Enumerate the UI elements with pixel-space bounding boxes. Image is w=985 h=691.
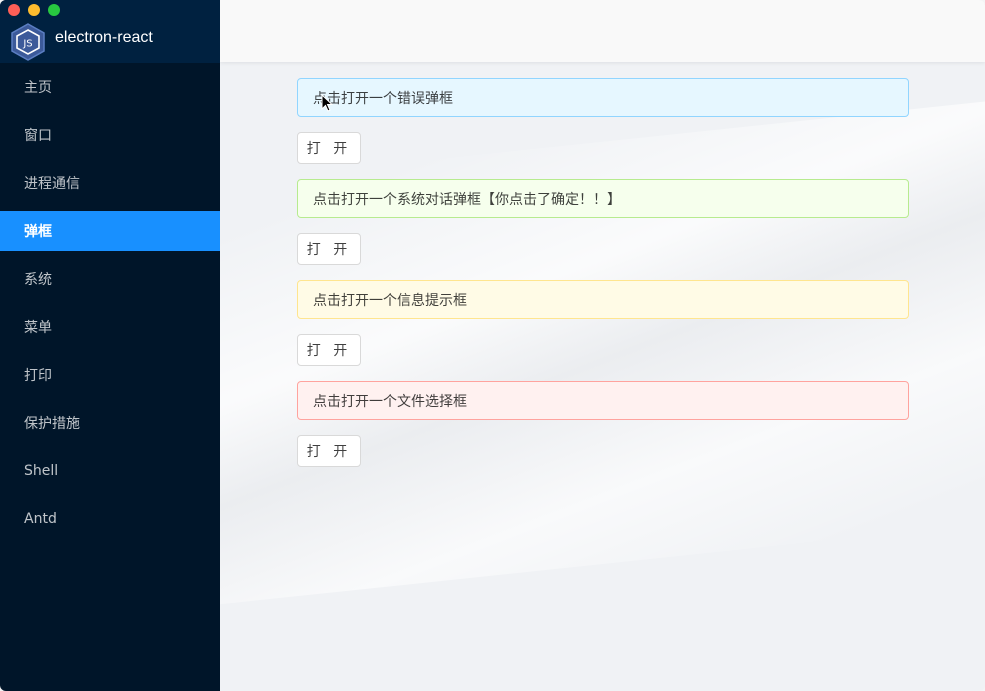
alert-text: 点击打开一个文件选择框: [313, 393, 467, 410]
sidebar-item-label: Shell: [24, 463, 59, 479]
sidebar-item-window[interactable]: 窗口: [0, 111, 220, 159]
system-dialog-alert: 点击打开一个系统对话弹框【你点击了确定！！】: [297, 179, 909, 218]
sidebar-item-label: 弹框: [24, 224, 52, 240]
close-window-button[interactable]: [8, 4, 20, 16]
info-dialog-alert: 点击打开一个信息提示框: [297, 280, 909, 319]
sidebar-item-menu[interactable]: 菜单: [0, 303, 220, 351]
alert-text: 点击打开一个信息提示框: [313, 292, 467, 309]
open-error-dialog-button[interactable]: 打 开: [297, 132, 361, 164]
sidebar-item-dialog[interactable]: 弹框: [0, 211, 220, 251]
alert-text: 点击打开一个系统对话弹框【你点击了确定！！】: [313, 191, 621, 208]
mouse-pointer-icon: [321, 94, 333, 112]
sidebar: JS electron-react 主页 窗口 进程通信 弹框 系统 菜单 打印…: [0, 0, 220, 691]
sidebar-item-system[interactable]: 系统: [0, 255, 220, 303]
sidebar-item-print[interactable]: 打印: [0, 351, 220, 399]
open-info-dialog-button[interactable]: 打 开: [297, 334, 361, 366]
sidebar-item-label: 主页: [24, 80, 52, 96]
svg-text:JS: JS: [22, 39, 32, 50]
top-header-bar: [220, 0, 985, 62]
sidebar-item-ipc[interactable]: 进程通信: [0, 159, 220, 207]
maximize-window-button[interactable]: [48, 4, 60, 16]
sidebar-item-label: 菜单: [24, 320, 52, 336]
sidebar-item-label: 窗口: [24, 128, 52, 144]
sidebar-item-label: 系统: [24, 272, 52, 288]
file-select-dialog-alert: 点击打开一个文件选择框: [297, 381, 909, 420]
open-file-select-dialog-button[interactable]: 打 开: [297, 435, 361, 467]
sidebar-item-protection[interactable]: 保护措施: [0, 399, 220, 447]
app-title: electron-react: [55, 29, 153, 46]
sidebar-menu: 主页 窗口 进程通信 弹框 系统 菜单 打印 保护措施 Shell Antd: [0, 63, 220, 543]
sidebar-item-shell[interactable]: Shell: [0, 447, 220, 495]
sidebar-header: JS electron-react: [0, 0, 220, 63]
dialog-sections: 点击打开一个错误弹框 打 开 点击打开一个系统对话弹框【你点击了确定！！】 打 …: [297, 78, 909, 482]
alert-text: 点击打开一个错误弹框: [313, 90, 453, 107]
open-system-dialog-button[interactable]: 打 开: [297, 233, 361, 265]
sidebar-item-label: 进程通信: [24, 176, 80, 192]
minimize-window-button[interactable]: [28, 4, 40, 16]
sidebar-item-label: Antd: [24, 511, 57, 527]
sidebar-item-label: 打印: [24, 368, 52, 384]
error-dialog-alert: 点击打开一个错误弹框: [297, 78, 909, 117]
sidebar-item-home[interactable]: 主页: [0, 63, 220, 111]
sidebar-item-antd[interactable]: Antd: [0, 495, 220, 543]
sidebar-item-label: 保护措施: [24, 416, 80, 432]
nodejs-logo-icon: JS: [11, 23, 45, 61]
app-window: JS electron-react 主页 窗口 进程通信 弹框 系统 菜单 打印…: [0, 0, 985, 691]
main-content: 点击打开一个错误弹框 打 开 点击打开一个系统对话弹框【你点击了确定！！】 打 …: [220, 0, 985, 691]
